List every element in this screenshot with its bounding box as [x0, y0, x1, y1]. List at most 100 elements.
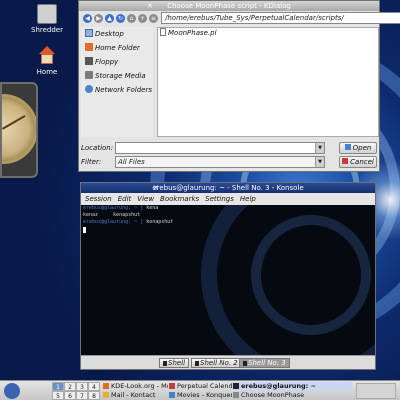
- file-icon: [160, 28, 166, 36]
- home-icon: [37, 46, 57, 66]
- terminal-line: erebus@glaurung: ~ ] kenapshut: [81, 219, 375, 226]
- cancel-icon: [342, 158, 349, 164]
- clock-face: [2, 94, 36, 164]
- pager-desktop-2[interactable]: 2: [64, 382, 76, 391]
- cancel-label: Cancel: [350, 158, 374, 166]
- desktop-pager: 1 2 3 4 5 6 7 8: [52, 382, 100, 400]
- chevron-down-icon[interactable]: ▼: [315, 143, 324, 153]
- pager-desktop-8[interactable]: 8: [88, 391, 100, 400]
- menu-help[interactable]: Help: [240, 193, 256, 205]
- terminal-icon: [195, 361, 199, 366]
- terminal-area[interactable]: erebus@glaurung: ~ ] kena kenaz kenapshu…: [81, 205, 375, 355]
- taskbar-item-kde-look[interactable]: KDE-Look.org - Moz: [102, 382, 168, 391]
- cancel-button[interactable]: Cancel: [339, 156, 377, 168]
- calendar-icon: [169, 383, 175, 389]
- mail-icon: [103, 392, 109, 398]
- task-label: Movies - Konqueror: [177, 391, 232, 399]
- taskbar-item-kdialog[interactable]: Choose MoonPhase: [232, 391, 352, 400]
- terminal-icon: [233, 383, 239, 389]
- desktop-icon: [85, 29, 93, 37]
- places-panel: Desktop Home Folder Floppy Storage Media…: [81, 27, 153, 137]
- pager-desktop-4[interactable]: 4: [88, 382, 100, 391]
- forward-icon[interactable]: ▶: [94, 13, 103, 23]
- menu-edit[interactable]: Edit: [118, 193, 132, 205]
- tab-shell-3[interactable]: Shell No. 3: [239, 358, 290, 368]
- close-icon[interactable]: ✕: [153, 183, 159, 193]
- desktop-icon-home[interactable]: Home: [24, 46, 70, 76]
- tab-label: Shell No. 2: [200, 359, 238, 367]
- open-button[interactable]: Open: [339, 142, 377, 154]
- dialog-title: Choose MoonPhase script - KDialog: [167, 2, 291, 10]
- terminal-prompt: erebus@glaurung: ~ ]: [83, 219, 147, 225]
- menu-view[interactable]: View: [137, 193, 154, 205]
- pager-desktop-5[interactable]: 5: [52, 391, 64, 400]
- taskbar-item-mail[interactable]: Mail - Kontact: [102, 391, 168, 400]
- places-item-desktop[interactable]: Desktop: [81, 27, 153, 41]
- terminal-text: kenapshut: [146, 219, 174, 225]
- path-combobox[interactable]: /home/erebus/Tube_Sys/PerpetualCalendar/…: [161, 12, 400, 24]
- terminal-icon: [163, 361, 167, 366]
- close-icon[interactable]: ✕: [147, 1, 153, 11]
- kde-menu-icon[interactable]: [4, 383, 20, 399]
- menu-bookmarks[interactable]: Bookmarks: [160, 193, 199, 205]
- location-input[interactable]: ▼: [115, 142, 325, 154]
- terminal-icon: [243, 361, 247, 366]
- system-tray[interactable]: [356, 383, 396, 399]
- chevron-down-icon[interactable]: ▼: [315, 157, 324, 167]
- up-icon[interactable]: ▲: [105, 13, 114, 23]
- places-item-label: Storage Media: [95, 72, 146, 80]
- filter-select[interactable]: All Files ▼: [115, 156, 325, 168]
- konsole-tabbar: Shell Shell No. 2 Shell No. 3: [81, 355, 375, 369]
- pager-desktop-1[interactable]: 1: [52, 382, 64, 391]
- taskbar-item-konqueror[interactable]: Movies - Konqueror: [168, 391, 232, 400]
- clock-widget[interactable]: [0, 82, 38, 178]
- home-icon[interactable]: ⌂: [127, 13, 136, 23]
- places-item-network[interactable]: Network Folders: [81, 83, 153, 97]
- places-item-label: Desktop: [95, 30, 124, 38]
- taskbar-item-konsole[interactable]: erebus@glaurung: ~: [232, 382, 352, 391]
- menu-session[interactable]: Session: [85, 193, 112, 205]
- close-icon: [233, 392, 239, 398]
- places-item-floppy[interactable]: Floppy: [81, 55, 153, 69]
- pager-desktop-7[interactable]: 7: [76, 391, 88, 400]
- taskbar-item-calendar[interactable]: Perpetual Calendar: [168, 382, 232, 391]
- browser-icon: [103, 383, 109, 389]
- back-icon[interactable]: ◀: [83, 13, 92, 23]
- konsole-menubar: Session Edit View Bookmarks Settings Hel…: [81, 193, 375, 205]
- filter-label: Filter:: [81, 158, 102, 166]
- taskbar: 1 2 3 4 5 6 7 8 KDE-Look.org - Moz Mail …: [0, 380, 400, 400]
- menu-settings[interactable]: Settings: [205, 193, 234, 205]
- places-item-storage[interactable]: Storage Media: [81, 69, 153, 83]
- location-label: Location:: [81, 144, 114, 152]
- desktop-icon-label: Home: [36, 68, 58, 76]
- filter-row: Filter: All Files ▼ Cancel: [81, 156, 379, 168]
- tab-shell[interactable]: Shell: [159, 358, 190, 368]
- location-row: Location: ▼ Open: [81, 142, 379, 154]
- desktop-icon-shredder[interactable]: Shredder: [24, 4, 70, 34]
- file-list[interactable]: MoonPhase.pl: [157, 27, 379, 137]
- terminal-text: kena: [146, 205, 159, 211]
- dialog-titlebar[interactable]: ✕ Choose MoonPhase script - KDialog: [79, 1, 379, 11]
- path-text: /home/erebus/Tube_Sys/PerpetualCalendar/…: [165, 14, 344, 22]
- storage-media-icon: [85, 71, 93, 79]
- terminal-line: erebus@glaurung: ~ ] kena: [81, 205, 375, 212]
- places-item-home[interactable]: Home Folder: [81, 41, 153, 55]
- new-folder-icon[interactable]: +: [138, 13, 147, 23]
- list-item[interactable]: MoonPhase.pl: [158, 28, 378, 38]
- terminal-line: kenaz kenapshut: [81, 212, 375, 219]
- filter-value: All Files: [118, 158, 145, 166]
- konsole-title: erebus@glaurung: ~ - Shell No. 3 - Konso…: [152, 184, 304, 192]
- konsole-titlebar[interactable]: ✕ erebus@glaurung: ~ - Shell No. 3 - Kon…: [81, 183, 375, 193]
- tab-shell-2[interactable]: Shell No. 2: [191, 358, 242, 368]
- view-icon[interactable]: ≡: [149, 13, 158, 23]
- pager-desktop-6[interactable]: 6: [64, 391, 76, 400]
- terminal-text: kenaz kenapshut: [83, 212, 141, 218]
- home-folder-icon: [85, 43, 93, 51]
- reload-icon[interactable]: ↻: [116, 13, 125, 23]
- terminal-cursor: [83, 227, 86, 233]
- terminal-background-ring: [251, 215, 371, 335]
- file-dialog-window: ✕ Choose MoonPhase script - KDialog ◀ ▶ …: [78, 0, 400, 172]
- tab-label: Shell No. 3: [248, 359, 286, 367]
- task-label: erebus@glaurung: ~: [241, 382, 316, 390]
- pager-desktop-3[interactable]: 3: [76, 382, 88, 391]
